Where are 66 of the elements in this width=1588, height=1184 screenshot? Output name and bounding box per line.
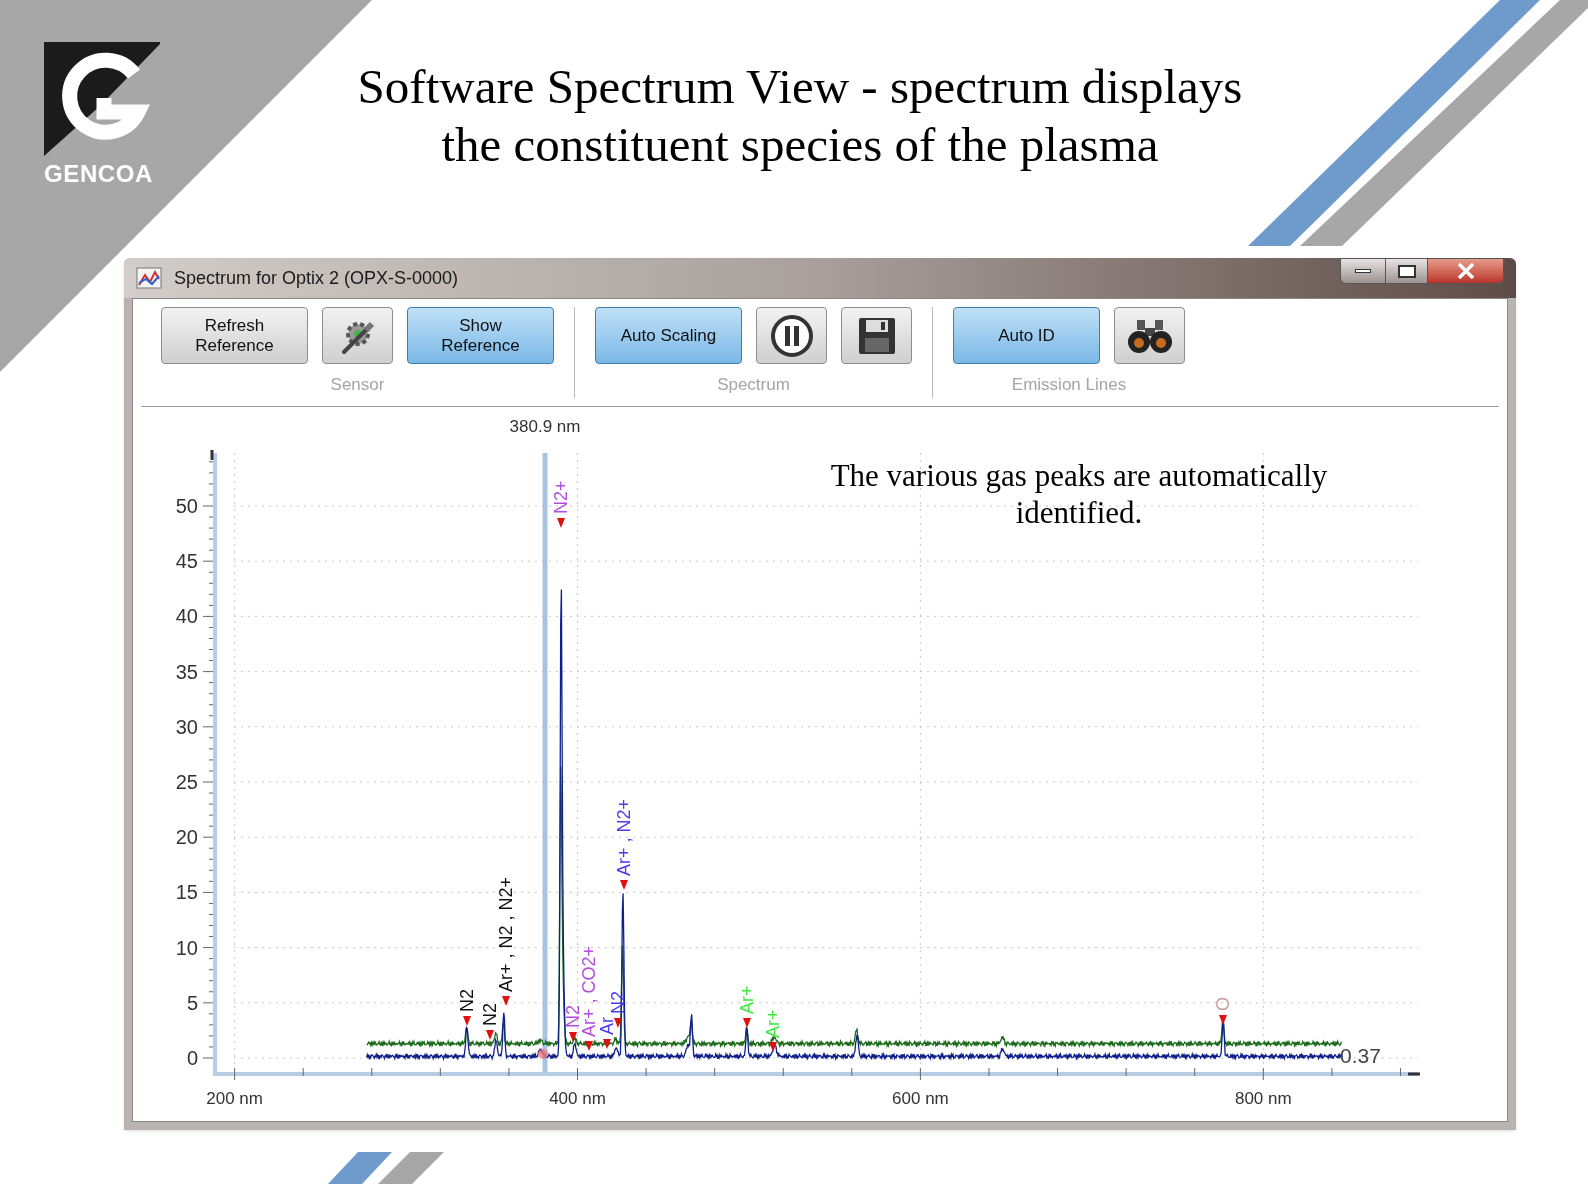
peak-marker-icon [486,1030,494,1040]
window-title: Spectrum for Optix 2 (OPX-S-0000) [174,266,459,290]
y-tick-label: 15 [175,881,198,904]
group-label: Emission Lines [1011,374,1127,396]
cursor-label: 380.9 nm [509,417,581,436]
save-button[interactable] [841,307,912,364]
toolbar-button[interactable]: Show Reference [407,307,554,364]
y-tick-label: 40 [175,605,198,628]
logo-text: GENCOA [44,159,153,189]
y-tick-label: 30 [175,715,198,738]
y-tick-label: 25 [175,771,198,793]
y-tick-label: 10 [175,936,198,959]
peak-label: N2+ [551,480,571,514]
save-icon [856,315,897,356]
peak-marker-icon [557,518,565,528]
value-label: 0.37 [1340,1044,1381,1067]
y-tick-label: 5 [186,991,198,1014]
peak-marker-icon [769,1042,777,1052]
group-label: Sensor [330,374,385,396]
app-icon [136,267,162,289]
slide-title: the constituent species of the plasma [441,116,1159,174]
logo-icon [44,42,160,156]
toolbar-button[interactable]: Refresh Reference [161,307,308,364]
x-tick-label: 800 nm [1234,1089,1292,1108]
toolbar-button[interactable]: Auto Scaling [595,307,742,364]
slide-title: Software Spectrum View - spectrum displays [357,58,1243,116]
y-tick-label: 35 [175,660,198,683]
group-label: Spectrum [717,374,790,396]
x-tick-label: 600 nm [892,1089,949,1108]
stripe [328,1152,392,1184]
peak-label: N2 [480,1003,500,1026]
y-tick-label: 0 [186,1047,198,1069]
peak-label: Ar+ , N2+ [614,798,634,876]
cursor-marker-icon [538,1049,548,1059]
stripe [378,1152,444,1184]
peak-marker-icon [569,1032,577,1042]
peak-label: Ar+ , N2 , N2+ [496,876,516,992]
toolbar-button[interactable]: Auto ID [953,307,1100,364]
maximize-button[interactable] [1386,258,1428,284]
y-tick-label: 45 [175,550,198,573]
close-icon [1456,263,1475,279]
peak-marker-icon [620,880,628,890]
peak-marker-icon [614,1018,622,1028]
peak-label: O [1213,997,1233,1011]
peak-marker-icon [585,1041,593,1051]
y-tick-label: 20 [175,826,198,849]
peak-marker-icon [502,996,510,1006]
peak-label: N2 [608,991,628,1014]
peak-label: N2 [457,989,477,1012]
peak-marker-icon [1219,1015,1227,1025]
peak-label: Ar+ [737,985,757,1014]
peak-marker-icon [743,1018,751,1028]
close-button[interactable] [1428,258,1504,284]
peak-marker-icon [603,1039,611,1049]
peak-marker-icon [463,1016,471,1026]
settings-button[interactable] [322,307,393,364]
peak-label: Ar+ [763,1009,783,1038]
peak-label: Ar [597,1017,617,1035]
y-tick-label: 50 [175,495,198,517]
annotation-text: The various gas peaks are automatically identified. [829,457,1329,531]
minimize-button[interactable] [1340,258,1386,284]
binoculars-button[interactable] [1114,307,1185,364]
pause-button[interactable] [756,307,827,364]
pause-icon [769,313,814,358]
x-tick-label: 400 nm [549,1089,606,1108]
x-tick-label: 200 nm [206,1089,263,1108]
